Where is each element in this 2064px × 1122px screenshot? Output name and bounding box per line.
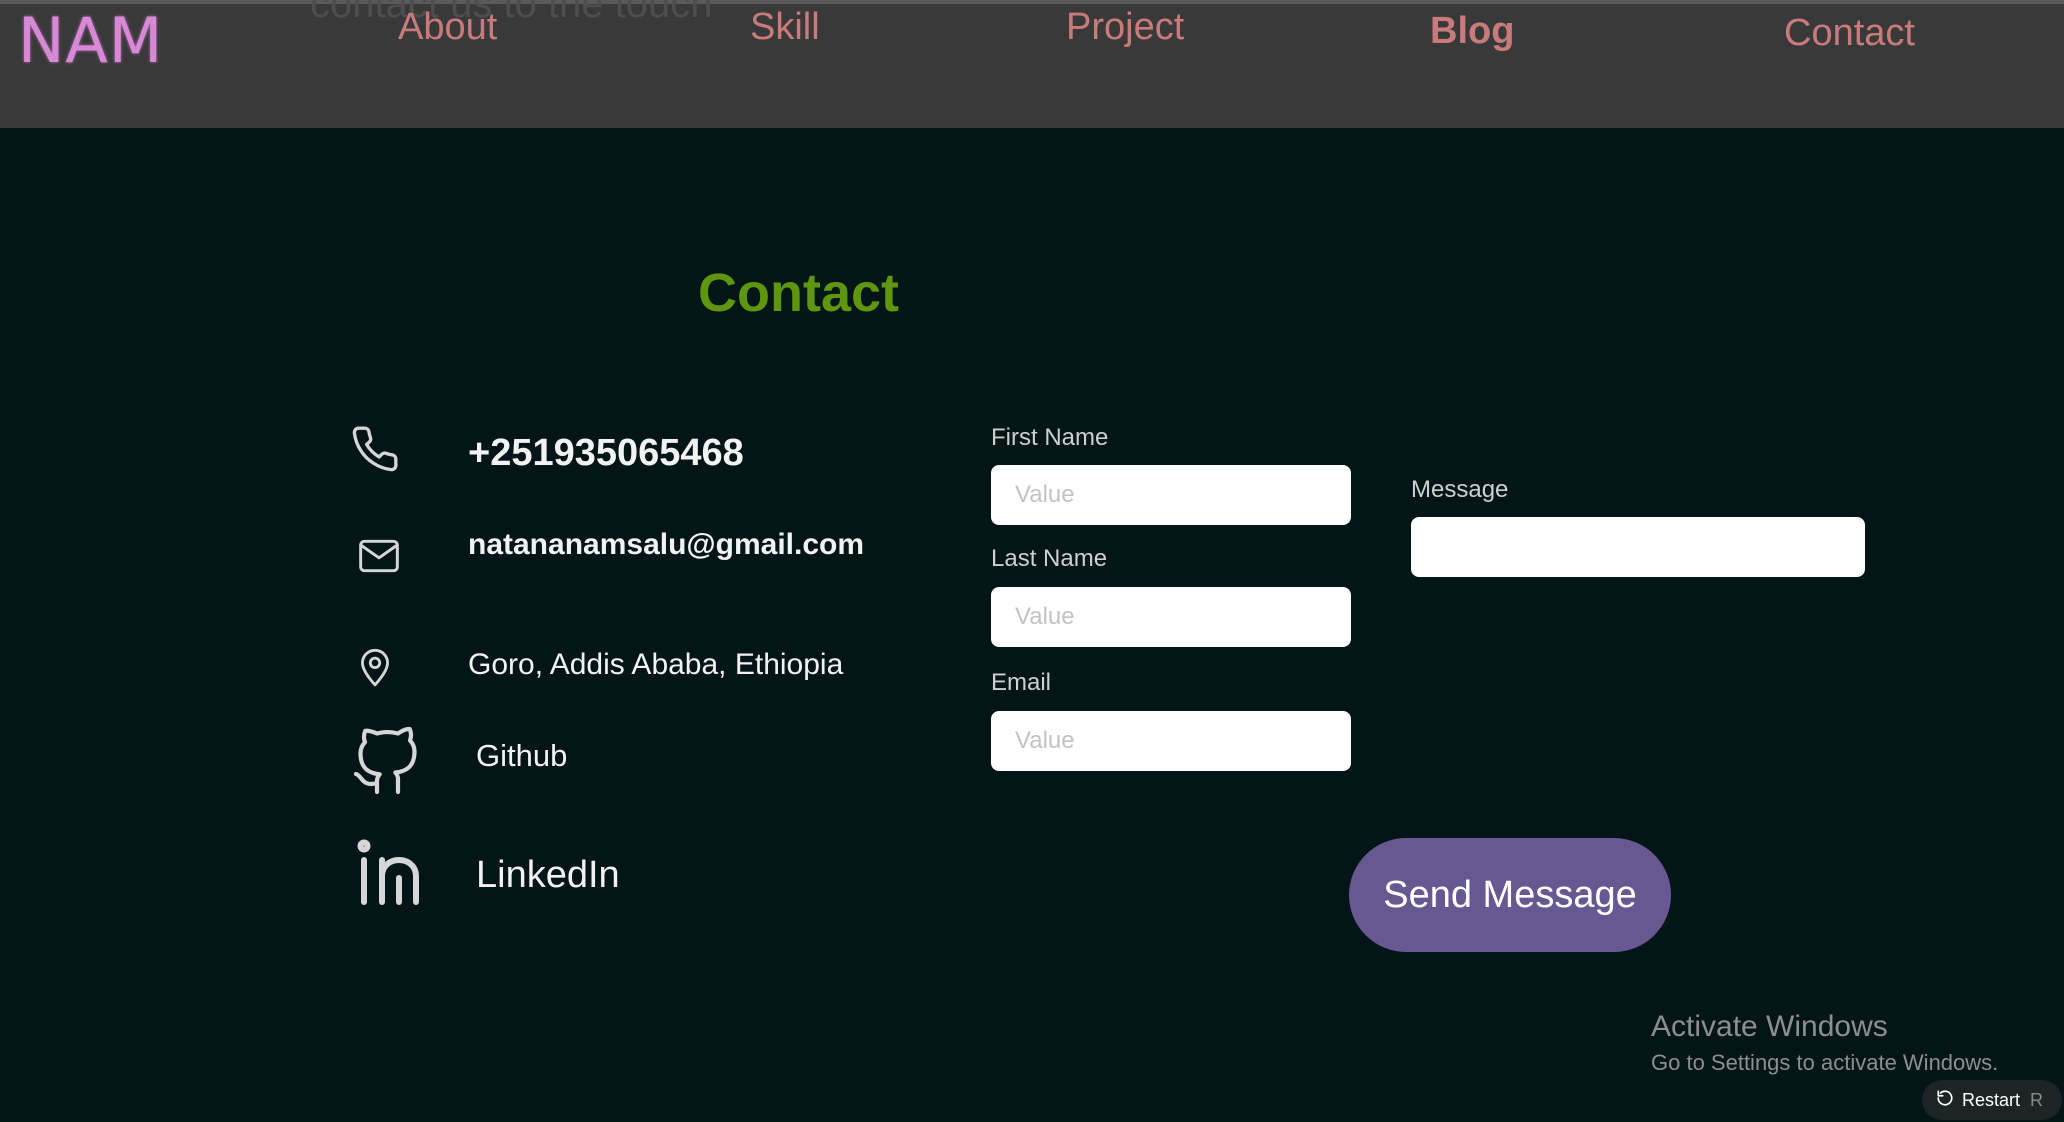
nav-skill[interactable]: Skill: [750, 6, 820, 49]
contact-title: Contact: [698, 263, 899, 323]
linkedin-icon[interactable]: [352, 838, 428, 908]
site-logo[interactable]: NAM: [18, 4, 163, 77]
github-link[interactable]: Github: [476, 738, 567, 774]
restart-shortcut: R: [2030, 1089, 2044, 1110]
github-icon[interactable]: [350, 726, 422, 798]
navbar: contact us to the touch NAM About Skill …: [0, 0, 2064, 128]
first-name-label: First Name: [991, 424, 1109, 451]
phone-icon: [350, 424, 400, 474]
location-text: Goro, Addis Ababa, Ethiopia: [468, 648, 844, 681]
mail-icon: [357, 534, 401, 578]
activate-windows-title: Activate Windows: [1651, 1010, 1888, 1043]
email-address[interactable]: natananamsalu@gmail.com: [468, 528, 864, 562]
nav-project[interactable]: Project: [1066, 6, 1184, 49]
send-message-button[interactable]: Send Message: [1349, 838, 1671, 952]
location-pin-icon: [356, 644, 394, 688]
scrolled-text-ghost: contact us to the touch: [310, 0, 713, 26]
restart-button[interactable]: Restart R: [1922, 1080, 2062, 1120]
last-name-input[interactable]: [991, 587, 1351, 647]
linkedin-link[interactable]: LinkedIn: [476, 854, 620, 897]
restart-label: Restart: [1962, 1089, 2021, 1110]
email-label: Email: [991, 669, 1052, 696]
first-name-input[interactable]: [991, 465, 1351, 525]
nav-contact[interactable]: Contact: [1784, 12, 1915, 55]
phone-number[interactable]: +251935065468: [468, 432, 744, 475]
message-label: Message: [1411, 476, 1509, 503]
restart-icon: [1936, 1089, 1954, 1112]
message-input[interactable]: [1411, 517, 1865, 577]
last-name-label: Last Name: [991, 545, 1108, 572]
nav-blog[interactable]: Blog: [1430, 10, 1514, 53]
activate-windows-subtitle: Go to Settings to activate Windows.: [1651, 1050, 1999, 1075]
email-input[interactable]: [991, 711, 1351, 771]
nav-about[interactable]: About: [398, 6, 497, 49]
